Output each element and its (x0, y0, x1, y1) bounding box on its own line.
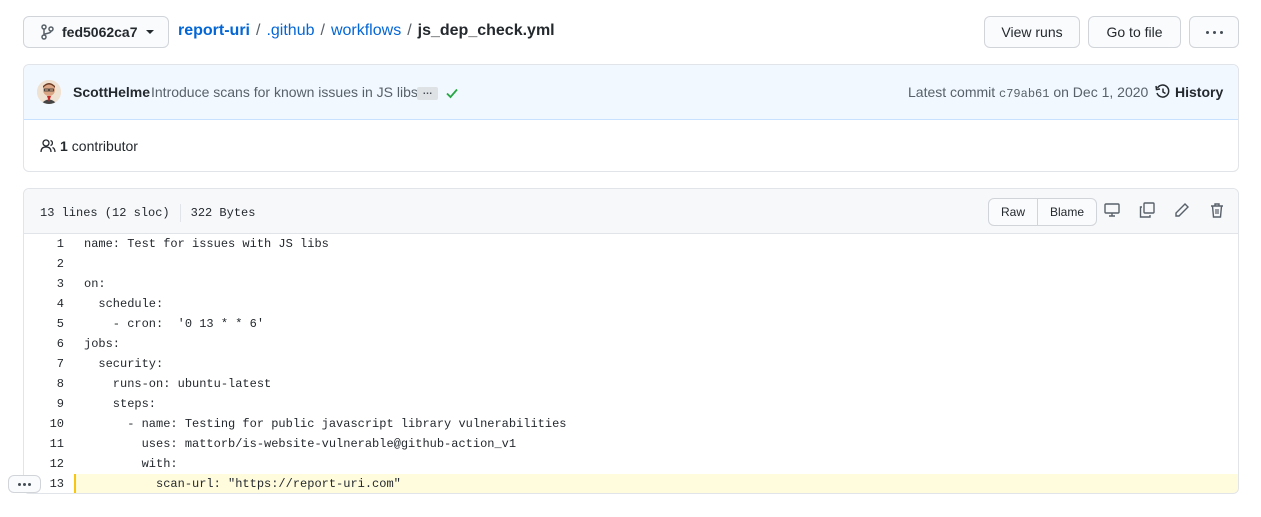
line-content: scan-url: "https://report-uri.com" (74, 474, 401, 493)
kebab-dot-icon (23, 482, 26, 486)
kebab-dot-icon (1205, 30, 1209, 34)
line-number[interactable]: 4 (24, 294, 74, 314)
line-content: jobs: (84, 337, 121, 351)
contributor-count: 1 (60, 138, 68, 154)
kebab-dot-icon (1212, 30, 1216, 34)
code-line: 4 schedule: (24, 294, 1238, 314)
line-number[interactable]: 10 (24, 414, 74, 434)
code-view: 1 name: Test for issues with JS libs 2 3 on:… (24, 234, 1238, 493)
code-line: 2 (24, 254, 1238, 274)
copy-icon[interactable] (1139, 202, 1155, 218)
avatar[interactable] (37, 80, 61, 104)
check-icon[interactable] (445, 86, 459, 100)
branch-name: fed5062ca7 (62, 24, 138, 40)
latest-commit-label: Latest commit (908, 84, 996, 100)
kebab-dot-icon (28, 482, 31, 486)
kebab-dot-icon (1219, 30, 1223, 34)
line-content: security: (84, 357, 164, 371)
code-line: 10 - name: Testing for public javascript… (24, 414, 1238, 434)
commit-sha-link[interactable]: c79ab61 (999, 87, 1049, 101)
divider (179, 204, 181, 222)
commit-date: on Dec 1, 2020 (1053, 84, 1149, 100)
go-to-file-button[interactable]: Go to file (1088, 16, 1181, 48)
code-line: 1 name: Test for issues with JS libs (24, 234, 1238, 254)
code-line: 11 uses: mattorb/is-website-vulnerable@g… (24, 434, 1238, 454)
code-line: 6 jobs: (24, 334, 1238, 354)
code-line: 7 security: (24, 354, 1238, 374)
history-label: History (1175, 84, 1224, 100)
line-number[interactable]: 1 (24, 234, 74, 254)
expand-commit-button[interactable]: … (417, 87, 438, 100)
latest-commit-info: Latest commit c79ab61 on Dec 1, 2020 (908, 84, 1148, 101)
history-button[interactable]: History (1155, 84, 1223, 100)
pencil-icon[interactable] (1174, 202, 1190, 218)
line-content: runs-on: ubuntu-latest (84, 377, 272, 391)
chevron-down-icon (145, 30, 154, 34)
line-number[interactable]: 5 (24, 314, 74, 334)
file-info: 13 lines (12 sloc) 322 Bytes (40, 204, 255, 222)
line-number[interactable]: 3 (24, 274, 74, 294)
line-options-button[interactable] (8, 475, 41, 493)
line-number[interactable]: 9 (24, 394, 74, 414)
commit-message-link[interactable]: Introduce scans for known issues in JS l… (151, 84, 422, 100)
desktop-icon[interactable] (1104, 202, 1120, 218)
breadcrumb-separator: / (407, 22, 412, 39)
file-viewer: 13 lines (12 sloc) 322 Bytes Raw Blame 1… (23, 188, 1239, 494)
file-header: 13 lines (12 sloc) 322 Bytes Raw Blame (24, 189, 1238, 234)
commit-header: ScottHelme Introduce scans for known iss… (24, 65, 1238, 120)
line-number[interactable]: 2 (24, 254, 74, 274)
breadcrumb-filename: js_dep_check.yml (417, 22, 555, 39)
code-line: 8 runs-on: ubuntu-latest (24, 374, 1238, 394)
blame-button[interactable]: Blame (1037, 199, 1096, 225)
line-number[interactable]: 11 (24, 434, 74, 454)
line-content: on: (84, 277, 106, 291)
breadcrumb-separator: / (320, 22, 325, 39)
breadcrumb-separator: / (256, 22, 261, 39)
line-number[interactable]: 7 (24, 354, 74, 374)
commit-author-link[interactable]: ScottHelme (73, 84, 150, 100)
code-line: 9 steps: (24, 394, 1238, 414)
raw-blame-group: Raw Blame (988, 198, 1098, 226)
line-content: schedule: (84, 297, 164, 311)
view-runs-button[interactable]: View runs (984, 16, 1080, 48)
code-line: 13 scan-url: "https://report-uri.com" (24, 474, 1238, 493)
latest-commit-box: ScottHelme Introduce scans for known iss… (23, 64, 1239, 172)
code-line: 3 on: (24, 274, 1238, 294)
raw-button[interactable]: Raw (989, 199, 1037, 225)
line-content: uses: mattorb/is-website-vulnerable@gith… (84, 437, 517, 451)
contributor-label: contributor (71, 138, 138, 154)
more-options-button[interactable] (1189, 16, 1239, 48)
line-content: - name: Testing for public javascript li… (84, 417, 567, 431)
trash-icon[interactable] (1209, 202, 1225, 218)
file-size: 322 Bytes (190, 206, 256, 220)
breadcrumb-workflows-link[interactable]: workflows (331, 22, 401, 40)
people-icon (40, 139, 56, 153)
history-icon (1155, 84, 1170, 98)
line-number[interactable]: 8 (24, 374, 74, 394)
breadcrumb-github-link[interactable]: .github (266, 22, 314, 40)
breadcrumb-repo-link[interactable]: report-uri (178, 22, 250, 40)
line-content: - cron: '0 13 * * 6' (84, 317, 265, 331)
line-content: with: (84, 457, 178, 471)
contributors-row[interactable]: 1 contributor (24, 120, 1238, 171)
branch-selector-button[interactable]: fed5062ca7 (23, 16, 169, 48)
kebab-dot-icon (18, 482, 21, 486)
line-content: steps: (84, 397, 157, 411)
line-content (74, 254, 84, 274)
line-number[interactable]: 6 (24, 334, 74, 354)
breadcrumb: report-uri / .github / workflows / js_de… (178, 22, 555, 40)
file-lines-info: 13 lines (12 sloc) (40, 206, 170, 220)
avatar-face-icon (37, 80, 61, 104)
line-number[interactable]: 12 (24, 454, 74, 474)
line-content: name: Test for issues with JS libs (84, 237, 329, 251)
code-line: 5 - cron: '0 13 * * 6' (24, 314, 1238, 334)
git-branch-icon (41, 24, 54, 40)
code-line: 12 with: (24, 454, 1238, 474)
